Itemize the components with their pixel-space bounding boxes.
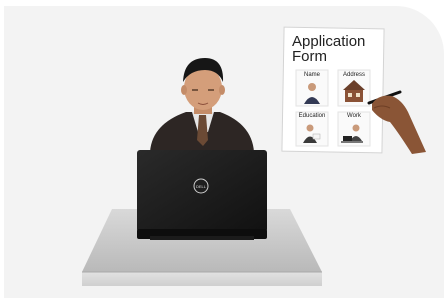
cell-label-work: Work (347, 113, 361, 119)
form-title: Application Form (292, 34, 378, 64)
laptop (137, 150, 267, 240)
form-title-line2: Form (292, 48, 327, 65)
illustration: Application Form Name Address Education … (0, 0, 447, 302)
form-title-line1: Application (292, 33, 366, 50)
cell-label-education: Education (298, 113, 326, 119)
cell-label-name: Name (303, 72, 320, 78)
scene-graphic (82, 26, 426, 286)
person (150, 58, 254, 152)
cell-label-address: Address (342, 72, 365, 78)
laptop-brand-logo: DELL (195, 184, 206, 189)
